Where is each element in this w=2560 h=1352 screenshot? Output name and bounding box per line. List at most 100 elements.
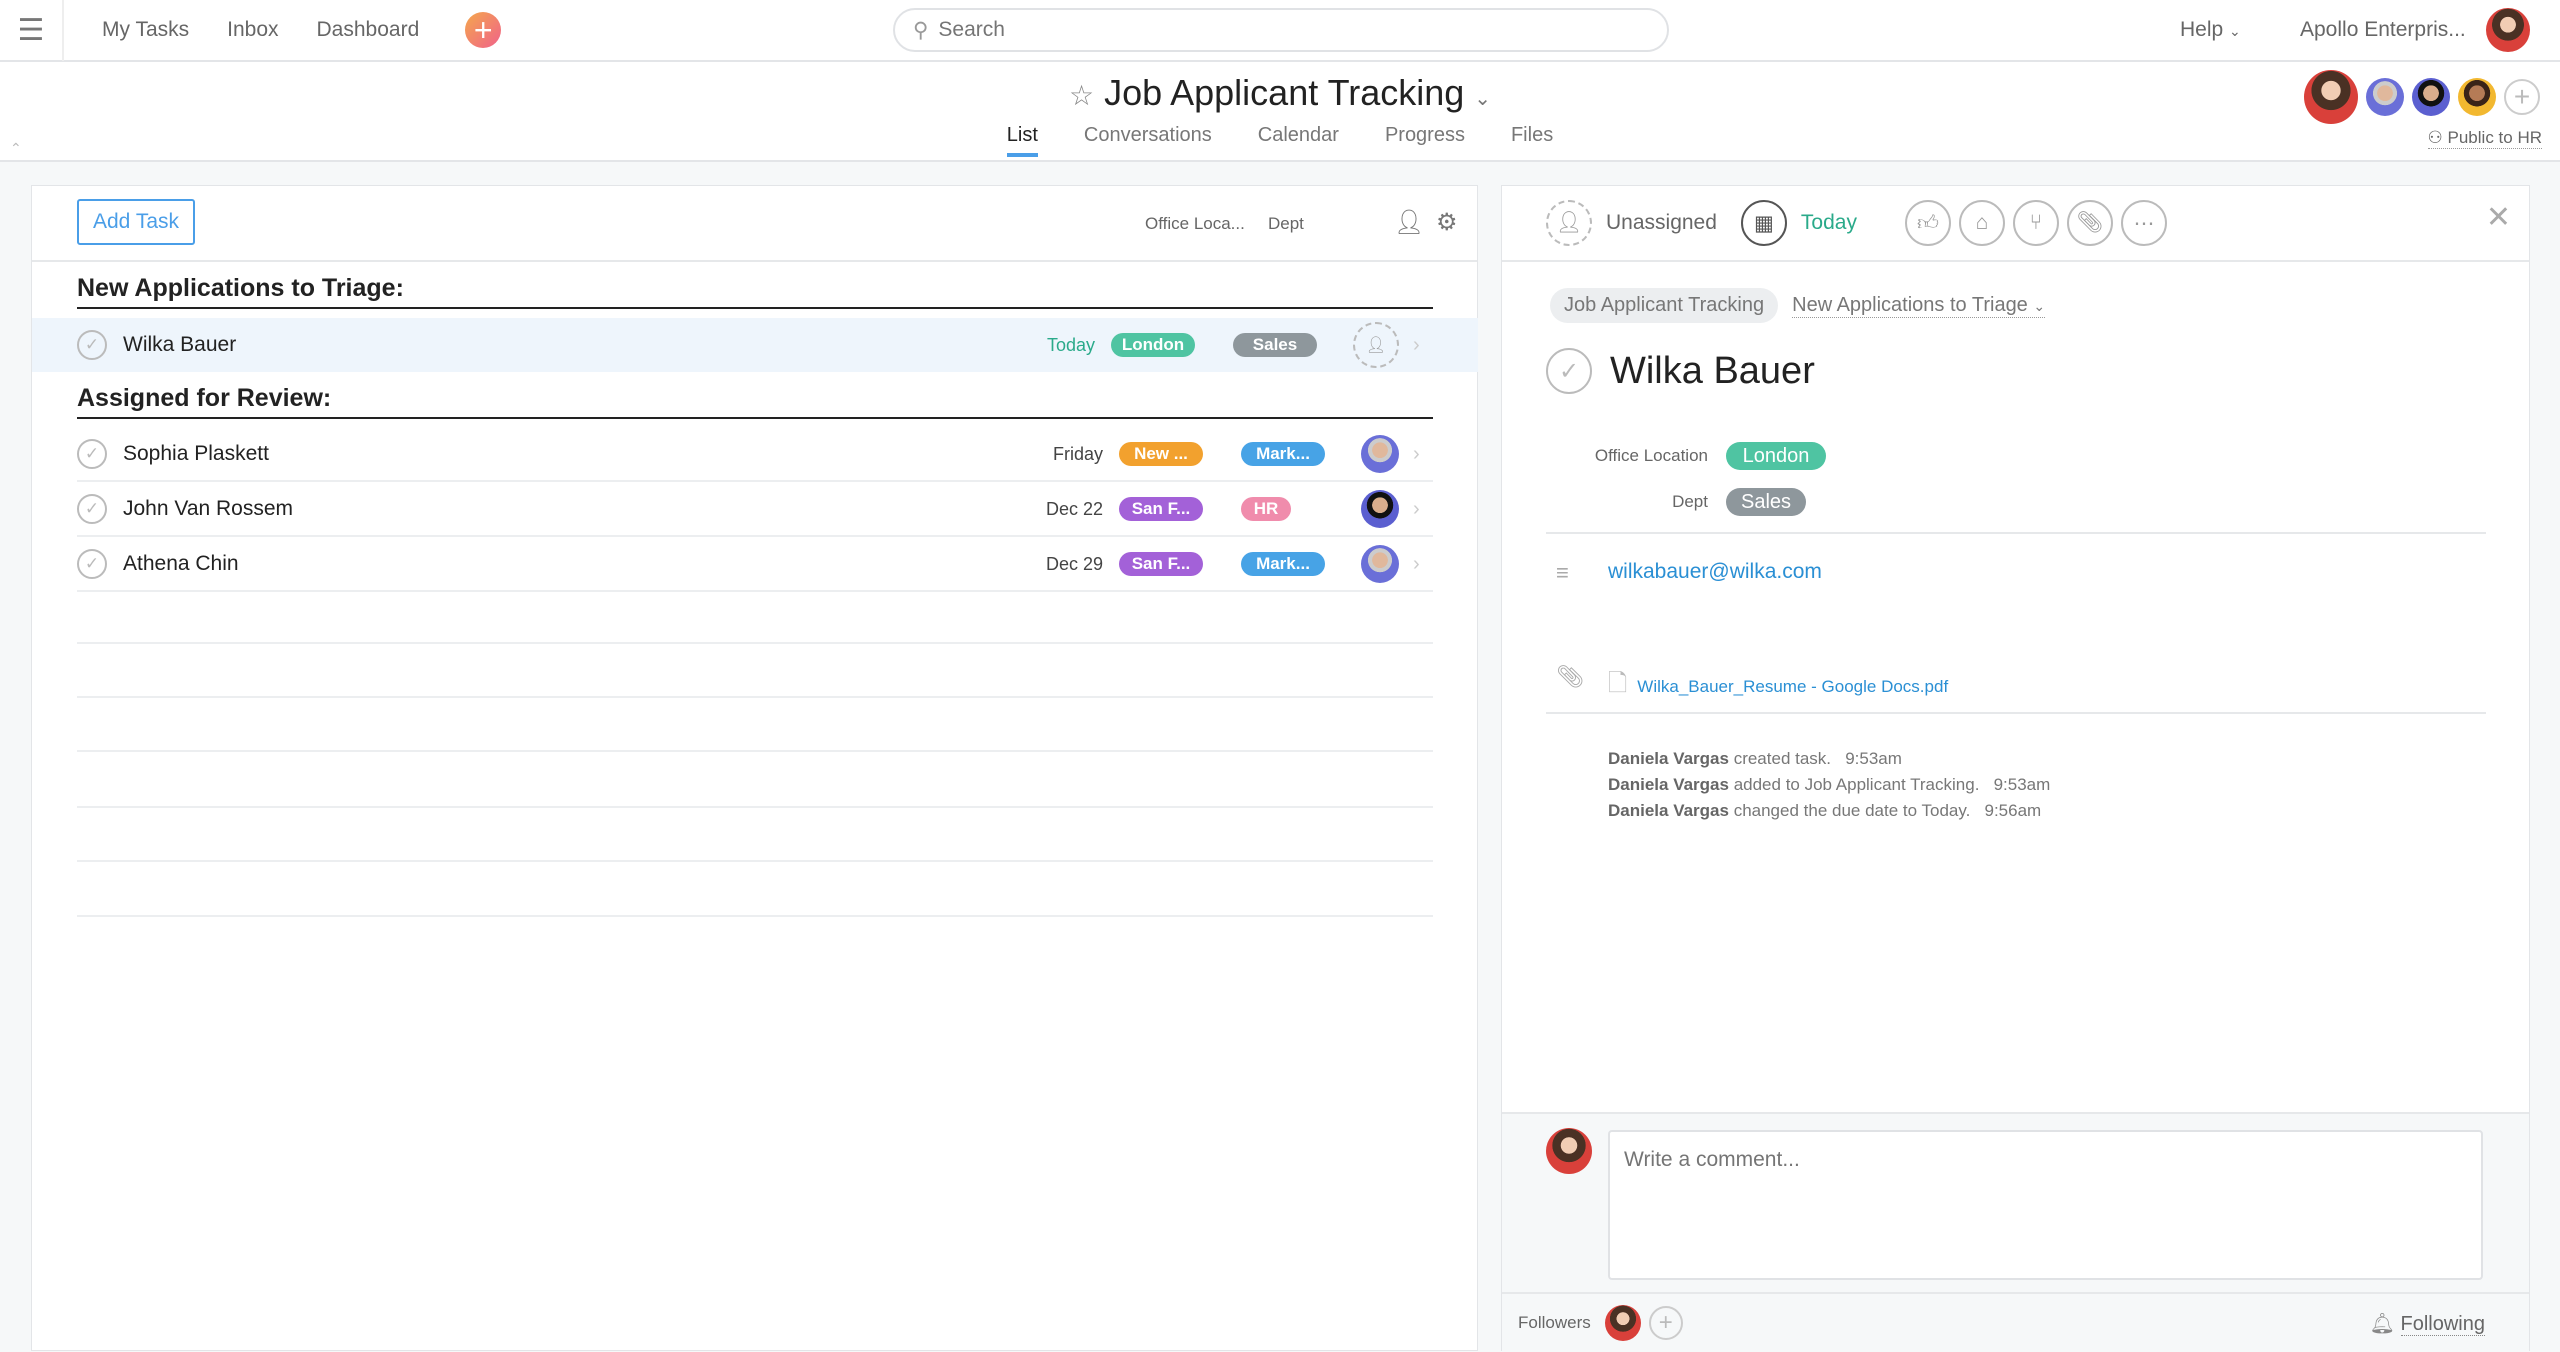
chevron-right-icon[interactable]: › [1413,498,1433,521]
comment-input[interactable] [1608,1130,2483,1280]
dept-pill[interactable]: HR [1241,497,1291,521]
task-row[interactable]: ✓ Sophia Plaskett Friday New ... Mark... › [32,428,1478,482]
nav-dashboard[interactable]: Dashboard [317,18,420,42]
field-value-pill[interactable]: London [1726,442,1826,470]
quick-add-button[interactable]: + [465,12,502,48]
complete-checkbox[interactable]: ✓ [1546,348,1592,394]
close-icon[interactable]: ✕ [2486,200,2511,235]
task-due-date[interactable]: Dec 22 [963,499,1103,520]
search-input[interactable] [938,18,1619,42]
column-header-dept[interactable]: Dept [1268,214,1304,234]
user-avatar[interactable] [2486,8,2530,52]
tag-icon[interactable]: ⌂ [1958,200,2005,246]
nav-inbox[interactable]: Inbox [227,18,278,42]
attachment-name[interactable]: Wilka_Bauer_Resume - Google Docs.pdf [1637,677,1948,697]
task-due-date[interactable]: Friday [963,444,1103,465]
divider [1546,532,2486,534]
collapse-icon[interactable]: ⌃ [10,140,22,157]
empty-row[interactable] [77,696,1433,698]
tab-calendar[interactable]: Calendar [1258,124,1339,157]
chevron-right-icon[interactable]: › [1413,334,1433,357]
search-box[interactable]: ⚲ [893,8,1669,52]
complete-checkbox[interactable]: ✓ [77,330,107,360]
following-label: Following [2400,1312,2485,1336]
more-icon[interactable]: ⋯ [2120,200,2167,246]
chevron-right-icon[interactable]: › [1413,553,1433,576]
like-icon[interactable]: 👍︎ [1904,200,1951,246]
section-header[interactable]: Assigned for Review: [77,384,1433,419]
task-name[interactable]: John Van Rossem [123,497,963,521]
chevron-right-icon[interactable]: › [1413,443,1433,466]
chevron-down-icon: ⌄ [2033,297,2046,314]
member-avatar[interactable] [2304,70,2358,124]
org-switcher[interactable]: Apollo Enterpris... [2300,18,2466,42]
follower-avatar[interactable] [1604,1305,1641,1341]
star-icon[interactable]: ☆ [1069,80,1094,111]
nav-my-tasks[interactable]: My Tasks [102,18,189,42]
task-name[interactable]: Sophia Plaskett [123,442,963,466]
office-location-pill[interactable]: San F... [1119,552,1203,576]
task-row[interactable]: ✓ Athena Chin Dec 29 San F... Mark... › [32,538,1478,592]
office-location-pill[interactable]: San F... [1119,497,1203,521]
project-tabs: List Conversations Calendar Progress Fil… [0,124,2560,157]
member-avatar[interactable] [2366,78,2404,116]
assignee-avatar[interactable] [1361,490,1399,528]
empty-row[interactable] [77,860,1433,862]
following-button[interactable]: 🔔︎ Following [2370,1311,2485,1336]
task-row[interactable]: ✓ John Van Rossem Dec 22 San F... HR › [32,483,1478,537]
empty-row[interactable] [77,806,1433,808]
calendar-icon[interactable]: ▦ [1740,200,1787,246]
dept-pill[interactable]: Mark... [1241,552,1325,576]
due-date-label[interactable]: Today [1801,211,1857,235]
complete-checkbox[interactable]: ✓ [77,494,107,524]
section-header[interactable]: New Applications to Triage: [77,274,1433,309]
settings-sliders-icon[interactable]: ⚙︎ [1436,208,1458,237]
column-header-office[interactable]: Office Loca... [1145,214,1245,234]
menu-icon[interactable]: ☰ [0,0,64,61]
attachment-icon[interactable]: 📎︎ [2066,200,2113,246]
activity-actor[interactable]: Daniela Vargas [1608,775,1729,794]
tab-files[interactable]: Files [1511,124,1553,157]
task-name[interactable]: Wilka Bauer [123,333,955,357]
dept-pill[interactable]: Mark... [1241,442,1325,466]
dept-pill[interactable]: Sales [1233,333,1317,357]
add-member-button[interactable]: + [2504,79,2540,115]
subtask-icon[interactable]: ⑂ [2012,200,2059,246]
tab-progress[interactable]: Progress [1385,124,1465,157]
task-due-date[interactable]: Dec 29 [963,554,1103,575]
complete-checkbox[interactable]: ✓ [77,439,107,469]
tab-conversations[interactable]: Conversations [1084,124,1212,157]
complete-checkbox[interactable]: ✓ [77,549,107,579]
visibility-link[interactable]: ⚇ Public to HR [2427,128,2542,149]
tab-list[interactable]: List [1006,124,1039,157]
chevron-down-icon[interactable]: ⌄ [1474,88,1491,110]
activity-actor[interactable]: Daniela Vargas [1608,749,1729,768]
empty-row[interactable] [77,915,1433,917]
field-value-pill[interactable]: Sales [1726,488,1806,516]
office-location-pill[interactable]: London [1111,333,1195,357]
activity-actor[interactable]: Daniela Vargas [1608,801,1729,820]
unassigned-icon[interactable]: 👤︎ [1353,322,1399,368]
description-email-link[interactable]: wilkabauer@wilka.com [1608,560,1822,584]
task-name[interactable]: Athena Chin [123,552,963,576]
assignee-label[interactable]: Unassigned [1606,211,1717,235]
task-row[interactable]: ✓ Wilka Bauer Today London Sales 👤︎ › [32,318,1478,372]
member-avatar[interactable] [2458,78,2496,116]
section-crumb[interactable]: New Applications to Triage ⌄ [1792,294,2046,318]
attachment-item[interactable]: 🗋 Wilka_Bauer_Resume - Google Docs.pdf [1608,666,1948,707]
field-label: Office Location [1594,446,1708,465]
add-follower-button[interactable]: + [1648,1306,1683,1340]
add-task-button[interactable]: Add Task [77,199,195,245]
empty-row[interactable] [77,750,1433,752]
assignee-avatar[interactable] [1361,435,1399,473]
assignee-icon[interactable]: 👤︎ [1546,200,1592,246]
help-menu[interactable]: Help ⌄ [2180,18,2241,42]
empty-row[interactable] [77,642,1433,644]
assignee-avatar[interactable] [1361,545,1399,583]
task-title[interactable]: Wilka Bauer [1610,350,1815,393]
project-crumb[interactable]: Job Applicant Tracking [1550,288,1779,323]
assignee-filter-icon[interactable]: 👤︎ [1394,208,1424,237]
office-location-pill[interactable]: New ... [1119,442,1203,466]
member-avatar[interactable] [2412,78,2450,116]
task-due-date[interactable]: Today [955,335,1095,356]
